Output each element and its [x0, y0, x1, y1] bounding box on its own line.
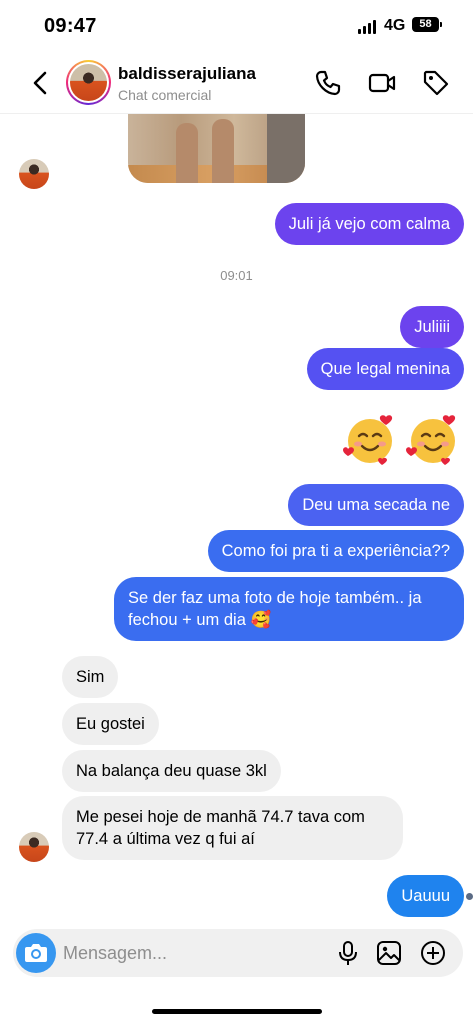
- chat-header: baldisserajuliana Chat comercial: [0, 52, 473, 114]
- smiling-face-with-hearts-emoji[interactable]: [342, 411, 398, 467]
- incoming-message[interactable]: Me pesei hoje de manhã 74.7 tava com 77.…: [62, 796, 403, 860]
- avatar-image: [70, 64, 107, 101]
- outgoing-message[interactable]: Uauuu: [387, 875, 464, 917]
- battery-cap: [440, 22, 442, 27]
- battery-icon: 58: [412, 17, 439, 32]
- message-input[interactable]: [63, 929, 323, 977]
- status-bar: 09:47 4G 58: [0, 0, 473, 52]
- incoming-message[interactable]: Eu gostei: [62, 703, 159, 745]
- incoming-message[interactable]: Sim: [62, 656, 119, 698]
- back-chevron-icon[interactable]: [28, 68, 52, 98]
- image-icon[interactable]: [376, 940, 402, 966]
- network-type: 4G: [384, 17, 406, 34]
- camera-button[interactable]: [16, 933, 56, 973]
- outgoing-message[interactable]: Que legal menina: [306, 348, 464, 390]
- message-line: 77.4 a última vez q fui aí: [76, 830, 255, 848]
- home-indicator[interactable]: [152, 1009, 322, 1014]
- message-line: Me pesei hoje de manhã 74.7 tava com: [76, 808, 365, 826]
- contact-subtitle: Chat comercial: [118, 87, 212, 103]
- microphone-icon[interactable]: [335, 940, 361, 966]
- outgoing-message[interactable]: Juliiii: [400, 306, 464, 348]
- contact-avatar[interactable]: [66, 60, 111, 105]
- message-line: fechou + um dia 🥰: [128, 611, 271, 629]
- camera-icon: [25, 944, 47, 962]
- seen-indicator: [466, 893, 473, 900]
- contact-name[interactable]: baldisserajuliana: [118, 64, 256, 84]
- smiling-face-with-hearts-emoji[interactable]: [405, 411, 461, 467]
- message-timestamp: 09:01: [220, 268, 253, 283]
- sender-avatar[interactable]: [19, 159, 49, 189]
- outgoing-message[interactable]: Se der faz uma foto de hoje também.. ja …: [114, 577, 464, 641]
- plus-circle-icon[interactable]: [420, 940, 446, 966]
- signal-strength-icon: [358, 20, 378, 34]
- outgoing-message[interactable]: Juli já vejo com calma: [274, 203, 464, 245]
- sender-avatar[interactable]: [19, 832, 49, 862]
- outgoing-message[interactable]: Como foi pra ti a experiência??: [207, 530, 464, 572]
- shared-photo[interactable]: [128, 114, 305, 183]
- message-list[interactable]: Juli já vejo com calma 09:01 Juliiii Que…: [0, 114, 473, 929]
- status-time: 09:47: [44, 15, 97, 37]
- tag-icon[interactable]: [421, 68, 451, 98]
- message-line: Se der faz uma foto de hoje também.. ja: [128, 589, 422, 607]
- outgoing-message[interactable]: Deu uma secada ne: [288, 484, 464, 526]
- message-composer: [13, 929, 463, 977]
- phone-icon[interactable]: [313, 68, 343, 98]
- video-camera-icon[interactable]: [367, 68, 397, 98]
- incoming-message[interactable]: Na balança deu quase 3kl: [62, 750, 281, 792]
